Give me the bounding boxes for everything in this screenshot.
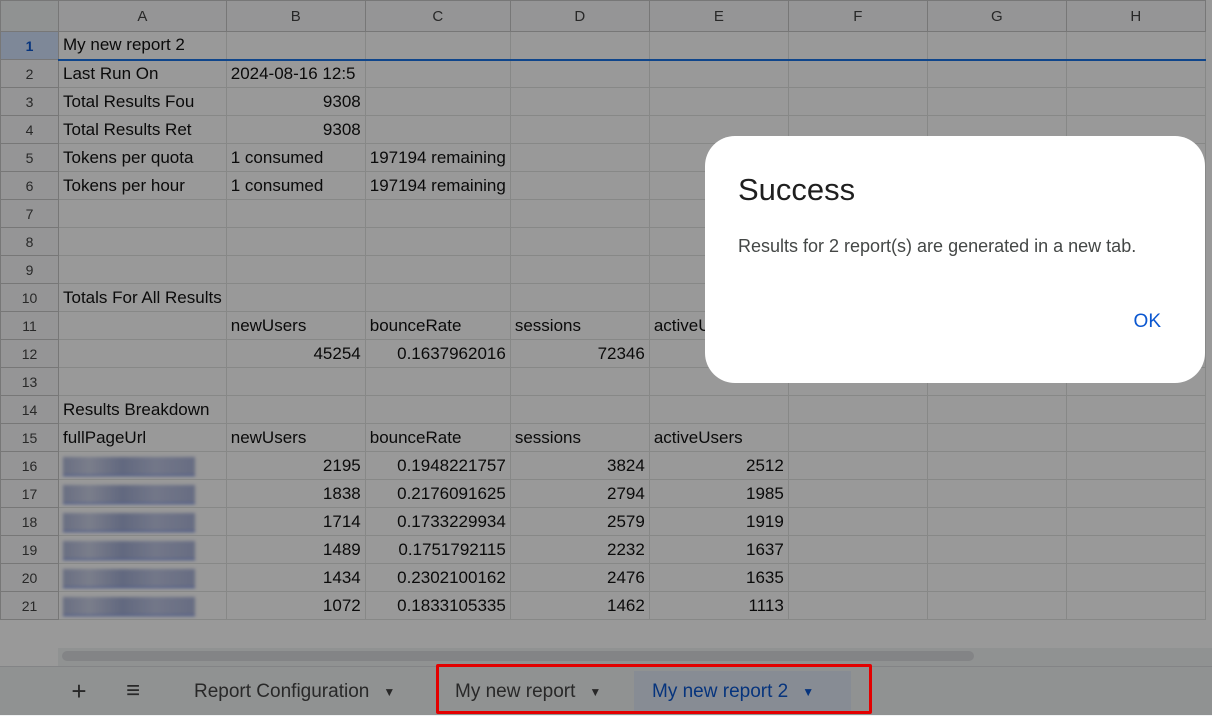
- dialog-title: Success: [738, 172, 856, 207]
- ok-button[interactable]: OK: [1134, 311, 1161, 333]
- success-dialog: Success Results for 2 report(s) are gene…: [705, 136, 1205, 383]
- dialog-message: Results for 2 report(s) are generated in…: [738, 236, 1137, 256]
